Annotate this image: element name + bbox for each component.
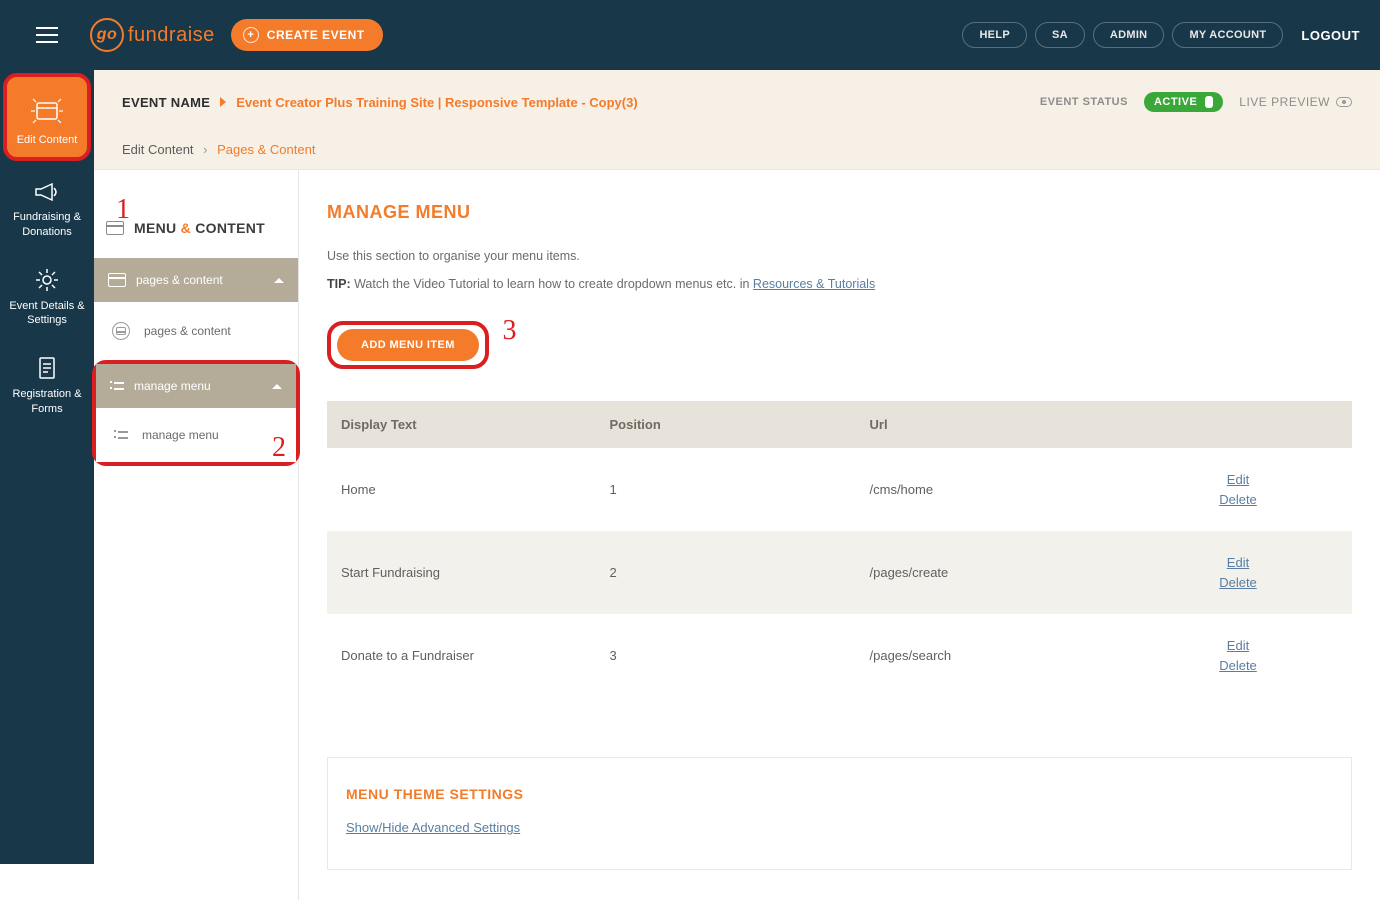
left-rail: Edit Content Fundraising & Donations Eve… (0, 70, 94, 864)
delete-link[interactable]: Delete (1138, 656, 1338, 676)
status-text: ACTIVE (1154, 96, 1197, 108)
caret-right-icon (220, 97, 226, 107)
list-icon (110, 380, 124, 392)
col-position: Position (610, 417, 870, 432)
sidebar-group-manage-menu[interactable]: manage menu (96, 364, 296, 408)
logo-go-icon: go (90, 18, 124, 52)
rail-event-details[interactable]: Event Details & Settings (0, 251, 94, 340)
top-bar: go fundraise + CREATE EVENT HELP SA ADMI… (0, 0, 1380, 70)
sa-button[interactable]: SA (1035, 22, 1085, 48)
sidebar-heading-amp: & (181, 220, 191, 236)
event-name-label: EVENT NAME (122, 95, 210, 110)
cell-url: /pages/search (870, 648, 1139, 663)
cell-position: 1 (610, 482, 870, 497)
gear-icon (34, 267, 60, 293)
sidebar-group-pages-content[interactable]: pages & content (94, 258, 298, 302)
rail-fundraising-label: Fundraising & Donations (13, 211, 81, 237)
show-hide-advanced-link[interactable]: Show/Hide Advanced Settings (346, 820, 520, 835)
edit-link[interactable]: Edit (1138, 553, 1338, 573)
rail-fundraising[interactable]: Fundraising & Donations (0, 164, 94, 251)
logout-link[interactable]: LOGOUT (1301, 28, 1360, 43)
tip-label: TIP: (327, 277, 351, 291)
rail-edit-content[interactable]: Edit Content (3, 73, 91, 161)
annotation-box-3: ADD MENU ITEM (327, 321, 489, 369)
logo-text: fundraise (128, 24, 215, 47)
sidebar-item-pages-label: pages & content (144, 324, 231, 338)
create-event-label: CREATE EVENT (267, 28, 365, 42)
table-row: Home 1 /cms/home Edit Delete (327, 448, 1352, 531)
status-toggle-icon (1205, 96, 1213, 108)
cell-position: 3 (610, 648, 870, 663)
secondary-sidebar: MENU & CONTENT pages & content (94, 170, 299, 900)
sidebar-item-pages-content[interactable]: pages & content (94, 302, 298, 360)
event-status-label: EVENT STATUS (1040, 96, 1128, 108)
window-icon (108, 273, 126, 287)
logo[interactable]: go fundraise (90, 18, 215, 52)
help-button[interactable]: HELP (962, 22, 1027, 48)
add-menu-item-button[interactable]: ADD MENU ITEM (337, 329, 479, 361)
rail-registration[interactable]: Registration & Forms (0, 339, 94, 428)
admin-button[interactable]: ADMIN (1093, 22, 1165, 48)
megaphone-icon (32, 180, 62, 204)
table-header: Display Text Position Url (327, 401, 1352, 448)
col-display: Display Text (341, 417, 610, 432)
window-icon (106, 221, 124, 235)
live-preview-label: LIVE PREVIEW (1239, 95, 1330, 109)
form-icon (35, 355, 59, 381)
eye-icon (1336, 97, 1352, 107)
page-title: MANAGE MENU (327, 202, 1352, 223)
sidebar-heading-content: CONTENT (195, 220, 265, 236)
table-row: Donate to a Fundraiser 3 /pages/search E… (327, 614, 1352, 697)
list-icon (114, 429, 128, 441)
sidebar-group-manage-label: manage menu (134, 379, 211, 393)
cell-display: Donate to a Fundraiser (341, 648, 610, 663)
create-event-button[interactable]: + CREATE EVENT (231, 19, 383, 51)
breadcrumb-current: Pages & Content (217, 142, 315, 157)
sidebar-item-manage-label: manage menu (142, 428, 219, 442)
my-account-button[interactable]: MY ACCOUNT (1172, 22, 1283, 48)
annotation-2: 2 (272, 432, 286, 464)
resources-link[interactable]: Resources & Tutorials (753, 277, 875, 291)
sidebar-heading-menu: MENU (134, 220, 176, 236)
rail-event-details-label: Event Details & Settings (9, 300, 84, 326)
settings-title: MENU THEME SETTINGS (346, 786, 1333, 802)
cell-position: 2 (610, 565, 870, 580)
tip-text: Watch the Video Tutorial to learn how to… (351, 277, 753, 291)
menu-theme-settings-card: MENU THEME SETTINGS Show/Hide Advanced S… (327, 757, 1352, 870)
cell-url: /cms/home (870, 482, 1139, 497)
breadcrumb-root[interactable]: Edit Content (122, 142, 194, 157)
cell-display: Home (341, 482, 610, 497)
edit-content-icon (27, 97, 67, 127)
page-intro: Use this section to organise your menu i… (327, 249, 1352, 263)
main-content: MANAGE MENU Use this section to organise… (299, 170, 1380, 900)
table-row: Start Fundraising 2 /pages/create Edit D… (327, 531, 1352, 614)
sidebar-group-pages-label: pages & content (136, 273, 223, 287)
event-title[interactable]: Event Creator Plus Training Site | Respo… (236, 95, 637, 110)
delete-link[interactable]: Delete (1138, 573, 1338, 593)
annotation-3: 3 (502, 315, 516, 347)
hamburger-icon[interactable] (36, 27, 58, 43)
chevron-up-icon (274, 278, 284, 283)
col-url: Url (870, 417, 1139, 432)
sidebar-item-manage-menu[interactable]: manage menu 2 (96, 408, 296, 462)
cell-url: /pages/create (870, 565, 1139, 580)
chevron-up-icon (272, 384, 282, 389)
info-bar: EVENT NAME Event Creator Plus Training S… (94, 70, 1380, 170)
delete-link[interactable]: Delete (1138, 490, 1338, 510)
annotation-box-2: manage menu manage menu 2 (92, 360, 300, 466)
breadcrumb: Edit Content › Pages & Content (122, 142, 1352, 157)
edit-link[interactable]: Edit (1138, 470, 1338, 490)
page-tip: TIP: Watch the Video Tutorial to learn h… (327, 277, 1352, 291)
cell-display: Start Fundraising (341, 565, 610, 580)
menu-table: Display Text Position Url Home 1 /cms/ho… (327, 401, 1352, 697)
edit-link[interactable]: Edit (1138, 636, 1338, 656)
rail-registration-label: Registration & Forms (12, 388, 81, 414)
page-icon (112, 322, 130, 340)
rail-edit-content-label: Edit Content (17, 134, 78, 146)
live-preview-link[interactable]: LIVE PREVIEW (1239, 95, 1352, 109)
plus-icon: + (243, 27, 259, 43)
status-badge[interactable]: ACTIVE (1144, 92, 1223, 112)
